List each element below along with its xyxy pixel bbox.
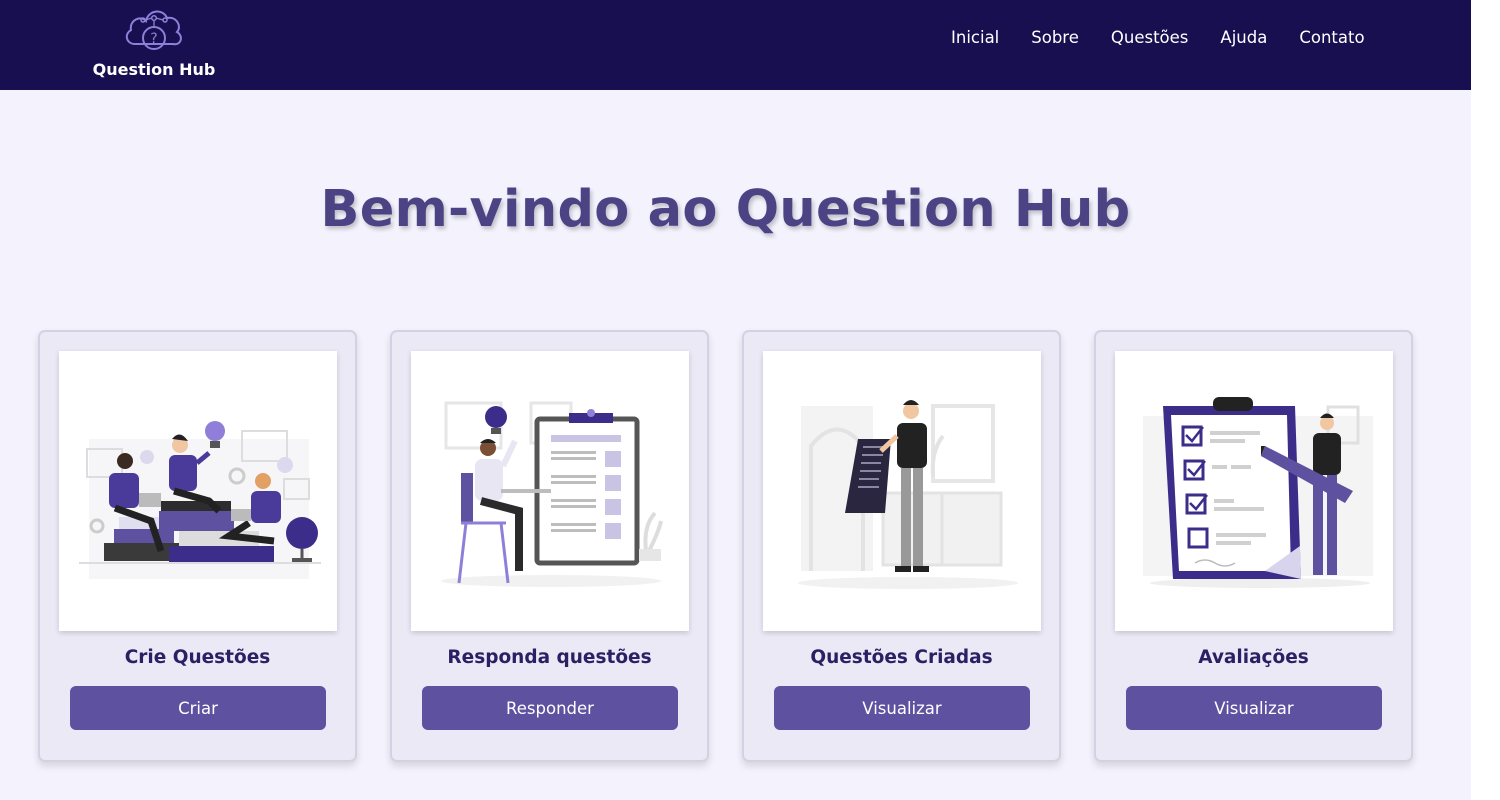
card-created-questions: Questões Criadas Visualizar: [742, 330, 1061, 762]
svg-text:?: ?: [150, 31, 157, 47]
card-answer-questions: Responda questões Responder: [390, 330, 709, 762]
card-title: Responda questões: [447, 647, 652, 668]
main-nav: Inicial Sobre Questões Ajuda Contato: [935, 27, 1381, 51]
checklist-clipboard-illustration: [1143, 397, 1373, 588]
top-navbar: ? Question Hub Inicial Sobre Questões Aj…: [0, 0, 1471, 90]
page: ? Question Hub Inicial Sobre Questões Aj…: [0, 0, 1471, 800]
page-title: Bem-vindo ao Question Hub: [320, 180, 1131, 239]
logo[interactable]: ? Question Hub: [84, 0, 224, 90]
card-image: [59, 351, 337, 631]
card-image: [763, 351, 1041, 631]
student-answering-quiz-illustration: [441, 401, 663, 587]
card-title: Crie Questões: [124, 647, 271, 668]
cloud-question-icon: ?: [125, 10, 182, 50]
create-button[interactable]: Criar: [70, 686, 326, 730]
card-title: Questões Criadas: [810, 647, 993, 668]
card-evaluations: Avaliações Visualizar: [1094, 330, 1413, 762]
logo-text: Question Hub: [92, 60, 216, 79]
view-created-button[interactable]: Visualizar: [774, 686, 1030, 730]
nav-link-questoes[interactable]: Questões: [1095, 27, 1205, 51]
card-title: Avaliações: [1198, 647, 1309, 668]
view-evaluations-button[interactable]: Visualizar: [1126, 686, 1382, 730]
card-image: [1115, 351, 1393, 631]
answer-button[interactable]: Responder: [422, 686, 678, 730]
nav-link-contato[interactable]: Contato: [1283, 27, 1380, 51]
nav-link-inicial[interactable]: Inicial: [935, 27, 1015, 51]
card-image: [411, 351, 689, 631]
card-create-questions: Crie Questões Criar: [38, 330, 357, 762]
nav-link-ajuda[interactable]: Ajuda: [1204, 27, 1283, 51]
man-reading-list-illustration: [798, 400, 1018, 589]
people-studying-illustration: [79, 421, 321, 579]
nav-link-sobre[interactable]: Sobre: [1015, 27, 1095, 51]
